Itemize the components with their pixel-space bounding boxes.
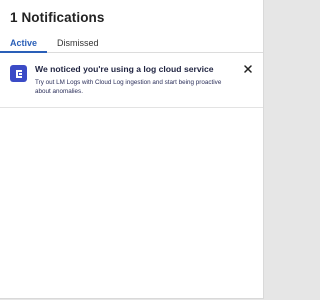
tab-active[interactable]: Active — [0, 38, 48, 53]
notification-item: We noticed you're using a log cloud serv… — [0, 53, 263, 108]
notification-title: We noticed you're using a log cloud serv… — [35, 64, 214, 74]
notification-content: We noticed you're using a log cloud serv… — [35, 64, 253, 96]
notifications-header: 1 Notifications — [0, 0, 263, 34]
page-title: 1 Notifications — [10, 9, 105, 25]
log-service-icon — [10, 65, 27, 82]
dismiss-notification-button[interactable] — [243, 64, 253, 74]
tab-dismissed[interactable]: Dismissed — [47, 38, 109, 52]
notifications-panel: 1 Notifications Active Dismissed We noti… — [0, 0, 264, 299]
notification-description: Try out LM Logs with Cloud Log ingestion… — [35, 79, 222, 95]
notification-tabs: Active Dismissed — [0, 34, 263, 53]
close-icon — [244, 65, 252, 73]
